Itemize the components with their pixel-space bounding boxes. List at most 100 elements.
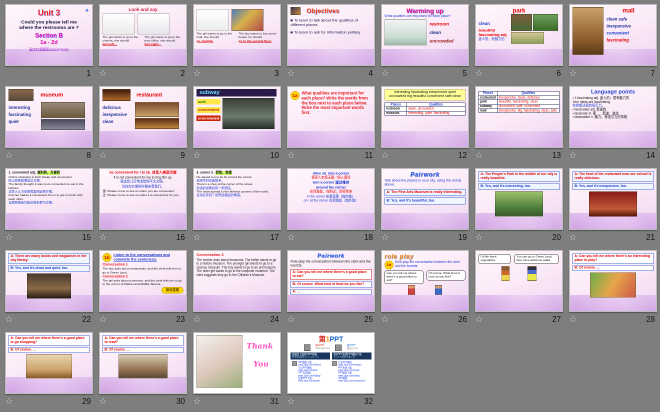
slide-cell: be convenient for / to sb. 对某人来说方便It is … [95, 166, 189, 248]
slide-row: PPT模板下载: www.1ppt.com/moban/节日PPT模板: www… [291, 361, 372, 382]
transition-star-icon[interactable]: ☆ [475, 151, 485, 160]
slide-thumbnail[interactable]: A: The People's Park in the middle of ou… [475, 168, 563, 230]
slide-number: 16 [176, 233, 185, 242]
slide-group: The girl wants to go to the mall, she sh… [197, 32, 236, 43]
transition-star-icon[interactable]: ☆ [5, 151, 15, 160]
slide-cell: PlacesQualitiesrestaurantinexpensive, cl… [471, 84, 565, 166]
slide-cell: Language points• 1.fascinating adj. 迷人的；… [565, 84, 659, 166]
transition-star-icon[interactable]: ☆ [287, 233, 297, 242]
slide-thumbnail[interactable]: 第1PPT第1PPTwww.1ppt.com第1PPT微信公众号感谢您下载第1P… [287, 332, 375, 394]
restaurant-photo-1 [103, 89, 131, 101]
slide-text: turn left… [103, 43, 142, 47]
slide-thumbnail[interactable]: 3. corner n.拐角；角落He waved to me as he tu… [193, 168, 281, 230]
slide-text: 在拐角处；在附近；即将到来 [291, 190, 372, 194]
slide-thumbnail[interactable]: 1bListen to the conversations and comple… [99, 250, 187, 312]
transition-star-icon[interactable]: ☆ [569, 69, 579, 78]
slide-cell: A: Can you tell me where there's an inte… [565, 248, 659, 330]
slide-thumbnail[interactable]: parkcleanbeautifulfascinating adj迷人的；有魅力… [475, 4, 563, 66]
slide-thumbnail[interactable]: A: There are many books and magazines in… [5, 250, 93, 312]
transition-star-icon[interactable]: ☆ [193, 233, 203, 242]
transition-star-icon[interactable]: ☆ [381, 233, 391, 242]
slide-thumbnail[interactable]: I'd like fresh vegetables.You can go to … [475, 250, 563, 312]
slide-row: 1bListen to the conversations and comple… [103, 253, 184, 262]
slide-thumbnail[interactable]: 1aWhat qualities are important for each … [287, 86, 375, 148]
slide-thumbnail[interactable]: Look and sayThe girl wants to go to the … [99, 4, 187, 66]
transition-star-icon[interactable]: ☆ [287, 315, 297, 324]
slide-thumbnail[interactable]: be convenient for / to sb. 对某人来说方便It is … [99, 168, 187, 230]
slide-number: 14 [646, 151, 655, 160]
transition-star-icon[interactable]: ☆ [99, 69, 109, 78]
transition-star-icon[interactable]: ☆ [569, 151, 579, 160]
slide-text: 微信公众号 [347, 347, 358, 350]
quality-chip: convenient [197, 107, 221, 113]
slide-thumbnail[interactable]: role play1dRole-play the conversation be… [381, 250, 469, 312]
slide-cell: 1bListen to the conversations and comple… [95, 248, 189, 330]
transition-star-icon[interactable]: ☆ [287, 69, 297, 78]
slide-row: 核对答案 [103, 287, 184, 294]
transition-star-icon[interactable]: ☆ [193, 397, 203, 406]
slide-title: Objectives [307, 7, 340, 15]
slide-thumbnail[interactable]: The girl wants to go to the mall, she sh… [193, 4, 281, 66]
transition-star-icon[interactable]: ☆ [99, 233, 109, 242]
quality-chip: safe [197, 99, 221, 105]
transition-star-icon[interactable]: ☆ [5, 315, 15, 324]
transition-star-icon[interactable]: ☆ [99, 315, 109, 324]
slide-content: Look and sayThe girl wants to go to the … [100, 5, 186, 65]
transition-star-icon[interactable]: ☆ [381, 315, 391, 324]
slide-text: 3. corner n. [197, 171, 215, 175]
slide-thumbnail[interactable]: A: Can you tell me where there's an inte… [569, 250, 657, 312]
slide-thumbnail[interactable]: A: Can you tell me where there's a good … [99, 332, 187, 394]
slide-group: The girl wants to go to the cinema, she … [103, 35, 142, 46]
slide-thumbnail[interactable]: ✦Unit 3Could you please tell mewhere the… [5, 4, 93, 66]
transition-star-icon[interactable]: ☆ [287, 397, 297, 406]
dialog-b: B: Of course. … [103, 347, 184, 353]
slide-row: mallclean safeinexpensiveconvenientfasci… [573, 7, 654, 55]
transition-star-icon[interactable]: ☆ [569, 233, 579, 242]
slide-number: 24 [270, 315, 279, 324]
slide-group: deliciousinexpensiveclean [103, 102, 134, 124]
transition-star-icon[interactable]: ☆ [475, 69, 485, 78]
slide-text: 请在你方便的时候来看我们。 [103, 185, 184, 189]
transition-star-icon[interactable]: ☆ [569, 315, 579, 324]
slide-thumbnail[interactable]: interesting fascinating inexpensive quie… [381, 86, 469, 148]
slide-thumbnail[interactable]: restaurantdeliciousinexpensiveclean [99, 86, 187, 148]
slide-thumbnail[interactable]: subwaysafeconvenientuncrowded [193, 86, 281, 148]
park-photo [495, 192, 543, 217]
slide-cell: restaurantdeliciousinexpensiveclean☆9 [95, 84, 189, 166]
slide-group: What qualities are important for each pl… [302, 91, 370, 115]
slide-content: The girl wants to go to the mall, she sh… [194, 5, 280, 65]
transition-star-icon[interactable]: ☆ [193, 151, 203, 160]
transition-star-icon[interactable]: ☆ [381, 69, 391, 78]
transition-star-icon[interactable]: ☆ [475, 233, 485, 242]
slide-row: 3. corner n.拐角；角落 [197, 171, 278, 175]
slide-group: safeconvenientuncrowded [197, 98, 221, 121]
slide-thumbnail[interactable]: Conversation 3The mother asks about muse… [193, 250, 281, 312]
transition-star-icon[interactable]: ☆ [5, 397, 15, 406]
slide-thumbnail[interactable]: 1. convenient adj.便利的，方便的Online shopping… [5, 168, 93, 230]
slide-thumbnail[interactable]: PlacesQualitiesrestaurantinexpensive, cl… [475, 86, 563, 148]
slide-thumbnail[interactable]: Warming upWhat qualities are important f… [381, 4, 469, 66]
slide-thumbnail[interactable]: drive sb. into a corner使某人走投无路／陷入困境turn … [287, 168, 375, 230]
transition-star-icon[interactable]: ☆ [381, 151, 391, 160]
transition-star-icon[interactable]: ☆ [475, 315, 485, 324]
transition-star-icon[interactable]: ☆ [99, 151, 109, 160]
transition-star-icon[interactable]: ☆ [287, 151, 297, 160]
slide-thumbnail[interactable]: PairworkTalk about the places in your ci… [381, 168, 469, 230]
slide-thumbnail[interactable]: ThankYou [193, 332, 281, 394]
dialog-b: B: Yes, and it's inexpensive, too. [573, 183, 654, 190]
transition-star-icon[interactable]: ☆ [99, 397, 109, 406]
slide-thumbnail[interactable]: Objectives■ To learn to talk about the q… [287, 4, 375, 66]
slide-thumbnail[interactable]: Language points• 1.fascinating adj. 迷人的；… [569, 86, 657, 148]
transition-star-icon[interactable]: ☆ [193, 315, 203, 324]
slide-thumbnail[interactable]: PairworkRole-play the conversation betwe… [287, 250, 375, 312]
slide-thumbnail[interactable]: A: The food of the restaurant near our s… [569, 168, 657, 230]
transition-star-icon[interactable]: ☆ [5, 233, 15, 242]
slide-thumbnail[interactable]: mallclean safeinexpensiveconvenientfasci… [569, 4, 657, 66]
transition-star-icon[interactable]: ☆ [193, 69, 203, 78]
slide-thumbnail[interactable]: museuminterestingfascinatingquiet [5, 86, 93, 148]
slide-group [511, 14, 558, 44]
cartoon-girl-1 [502, 266, 510, 281]
slide-text: Role-play the conversation between the c… [291, 260, 372, 268]
slide-thumbnail[interactable]: A: Can you tell me where there's a good … [5, 332, 93, 394]
crosswalk-drawing [197, 9, 229, 31]
